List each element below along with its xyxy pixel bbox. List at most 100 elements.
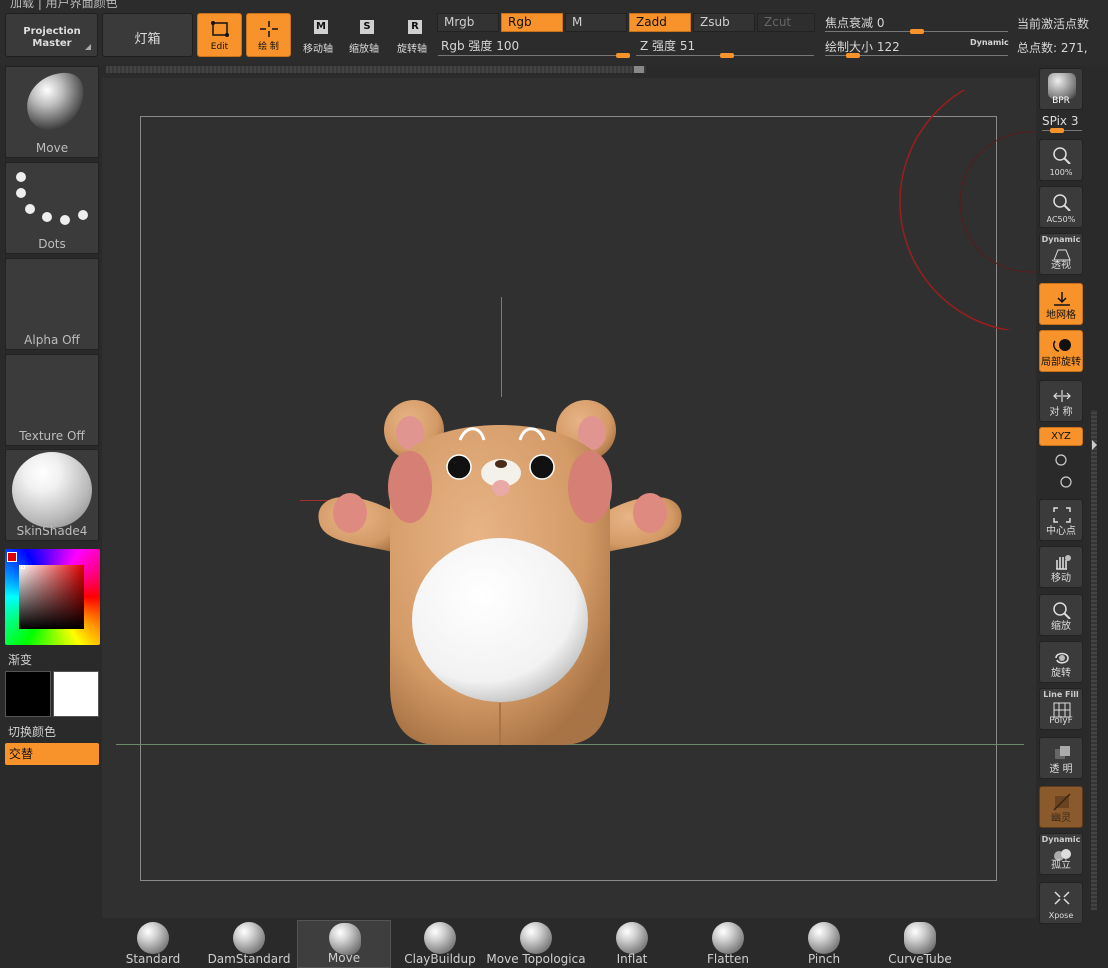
alpha-tile[interactable]: Alpha Off <box>5 258 99 350</box>
brush-damstandard[interactable]: DamStandard <box>202 920 296 968</box>
scroll-strip[interactable] <box>106 66 646 73</box>
actual-size-button[interactable]: 100% <box>1039 139 1083 181</box>
scale-axis-button[interactable]: S 缩放轴 <box>342 18 386 58</box>
polyframe-label: PolyF <box>1049 716 1073 726</box>
xyz-toggle[interactable]: XYZ <box>1039 427 1083 446</box>
move-view-button[interactable]: 移动 <box>1039 546 1083 588</box>
active-points-label: 当前激活点数 <box>1017 17 1090 31</box>
focal-shift-knob[interactable] <box>909 29 924 34</box>
edit-button[interactable]: Edit <box>197 13 242 57</box>
secondary-color-black[interactable] <box>5 671 51 717</box>
draw-size-knob[interactable] <box>845 53 860 58</box>
brush-inflat[interactable]: Inflat <box>585 920 679 968</box>
color-picker-cursor[interactable] <box>21 565 25 569</box>
y-axis-line <box>501 297 502 397</box>
aahalf-button[interactable]: AC50% <box>1039 186 1083 228</box>
right-scroll-strip[interactable] <box>1091 410 1097 910</box>
projection-master-label: Projection Master <box>23 26 81 49</box>
brush-tile[interactable]: Move <box>5 66 99 158</box>
polyframe-button[interactable]: Line Fill PolyF <box>1039 688 1083 730</box>
scale-view-label: 缩放 <box>1051 621 1071 632</box>
draw-label: 绘 制 <box>258 42 279 52</box>
brush-move-topological-icon <box>520 922 552 954</box>
scale-axis-label: 缩放轴 <box>349 44 379 55</box>
total-points-label: 总点数: 271, <box>1017 41 1088 55</box>
rotate-view-button[interactable]: 旋转 <box>1039 641 1083 683</box>
brush-tile-label: Move <box>35 141 69 155</box>
scale-view-button[interactable]: 缩放 <box>1039 594 1083 636</box>
floor-grid-button[interactable]: 地网格 <box>1039 283 1083 325</box>
top-menu-strip: 加载 | 用户界面颜色 <box>0 0 1108 10</box>
brush-pinch[interactable]: Pinch <box>777 920 871 968</box>
frame-button[interactable]: 中心点 <box>1039 499 1083 541</box>
local-rotate-button[interactable]: 局部旋转 <box>1039 330 1083 372</box>
lightbox-button[interactable]: 灯箱 <box>102 13 193 57</box>
bpr-render-button[interactable]: BPR <box>1039 68 1083 110</box>
brush-flatten[interactable]: Flatten <box>681 920 775 968</box>
brush-damstandard-icon <box>233 922 265 954</box>
zcut-toggle[interactable]: Zcut <box>757 13 815 32</box>
rgb-toggle[interactable]: Rgb <box>501 13 563 32</box>
mrgb-toggle[interactable]: Mrgb <box>437 13 499 32</box>
rgb-intensity-slider[interactable] <box>438 55 630 56</box>
rotate-axis-button[interactable]: R 旋转轴 <box>390 18 434 58</box>
move-axis-label: 移动轴 <box>303 44 333 55</box>
rotate-z-icon[interactable] <box>1058 474 1074 490</box>
symmetry-label: 对 称 <box>1049 407 1073 418</box>
brush-standard[interactable]: Standard <box>106 920 200 968</box>
alternate-button[interactable]: 交替 <box>5 743 99 765</box>
material-tile[interactable]: SkinShade4 <box>5 449 99 541</box>
texture-tile-label: Texture Off <box>19 429 85 443</box>
m-toggle[interactable]: M <box>565 13 627 32</box>
projection-master-button[interactable]: Projection Master <box>5 13 98 57</box>
bpr-label: BPR <box>1052 96 1070 106</box>
brush-inflat-icon <box>616 922 648 954</box>
solo-button[interactable]: Dynamic 孤立 <box>1039 833 1083 875</box>
bear-model[interactable] <box>310 385 690 750</box>
draw-button[interactable]: 绘 制 <box>246 13 291 57</box>
texture-tile[interactable]: Texture Off <box>5 354 99 446</box>
stroke-tile[interactable]: Dots <box>5 162 99 254</box>
xpose-button[interactable]: Xpose <box>1039 882 1083 924</box>
scroll-strip-handle[interactable] <box>634 66 644 73</box>
brush-claybuildup[interactable]: ClayBuildup <box>393 920 487 968</box>
brush-pinch-icon <box>808 922 840 954</box>
lightbox-label: 灯箱 <box>134 32 161 47</box>
rgb-intensity-knob[interactable] <box>616 53 630 58</box>
brush-flatten-icon <box>712 922 744 954</box>
color-picker-square[interactable] <box>19 565 84 629</box>
top-toolbar: Projection Master 灯箱 Edit 绘 制 M 移动轴 S 缩放… <box>0 10 1108 65</box>
actual-size-label: 100% <box>1049 168 1073 177</box>
symmetry-button[interactable]: 对 称 <box>1039 380 1083 422</box>
alpha-tile-label: Alpha Off <box>24 333 80 347</box>
perspective-dynamic-label: Dynamic <box>1041 235 1081 244</box>
move-axis-icon: M <box>314 20 328 34</box>
draw-icon <box>260 21 278 37</box>
secondary-color-white[interactable] <box>53 671 99 717</box>
move-axis-button[interactable]: M 移动轴 <box>296 18 340 58</box>
brush-move[interactable]: Move <box>297 920 391 968</box>
z-intensity-knob[interactable] <box>719 53 734 58</box>
zsub-toggle[interactable]: Zsub <box>693 13 755 32</box>
xpose-icon <box>1054 891 1070 905</box>
switch-color-button[interactable]: 切换颜色 <box>8 723 56 740</box>
brush-move-topological[interactable]: Move Topologica <box>486 920 586 968</box>
rotate-y-icon[interactable] <box>1053 452 1069 468</box>
zadd-toggle[interactable]: Zadd <box>629 13 691 32</box>
solo-dynamic-label: Dynamic <box>1041 835 1081 844</box>
ghost-label: 幽灵 <box>1051 813 1071 824</box>
tray-arrow-icon[interactable] <box>1092 440 1097 450</box>
spix-knob[interactable] <box>1050 128 1064 133</box>
main-color-swatch[interactable] <box>7 552 17 562</box>
brush-curvetube-label: CurveTube <box>888 952 952 966</box>
brush-claybuildup-icon <box>424 922 456 954</box>
brush-curvetube[interactable]: CurveTube <box>873 920 967 968</box>
color-picker-ring[interactable] <box>5 549 100 645</box>
ghost-button[interactable]: 幽灵 <box>1039 786 1083 828</box>
perspective-button[interactable]: Dynamic 透视 <box>1039 233 1083 275</box>
dynamic-size-toggle[interactable]: Dynamic <box>970 38 1009 47</box>
material-sphere-icon <box>12 452 92 528</box>
xpose-label: Xpose <box>1048 911 1074 920</box>
transparency-button[interactable]: 透 明 <box>1039 737 1083 779</box>
material-tile-label: SkinShade4 <box>16 524 88 538</box>
